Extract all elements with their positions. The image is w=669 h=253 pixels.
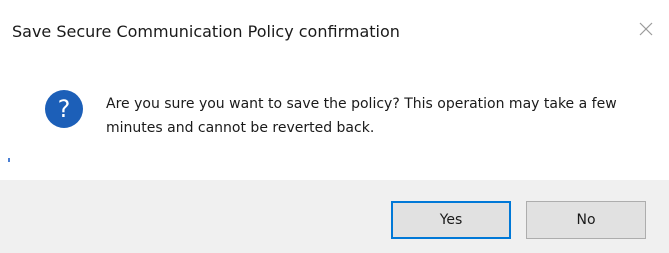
dialog-message: Are you sure you want to save the policy… bbox=[106, 96, 617, 136]
confirmation-dialog: Save Secure Communication Policy confirm… bbox=[0, 0, 669, 253]
close-button[interactable] bbox=[631, 14, 661, 44]
dialog-title: Save Secure Communication Policy confirm… bbox=[12, 22, 400, 41]
question-mark-glyph: ? bbox=[57, 94, 71, 123]
question-icon: ? bbox=[45, 90, 83, 128]
dialog-content: ? Are you sure you want to save the poli… bbox=[0, 62, 669, 180]
yes-button[interactable]: Yes bbox=[391, 201, 511, 239]
close-icon bbox=[639, 22, 653, 36]
dialog-button-bar: Yes No bbox=[0, 180, 669, 253]
dialog-titlebar: Save Secure Communication Policy confirm… bbox=[0, 0, 669, 62]
no-button[interactable]: No bbox=[526, 201, 646, 239]
